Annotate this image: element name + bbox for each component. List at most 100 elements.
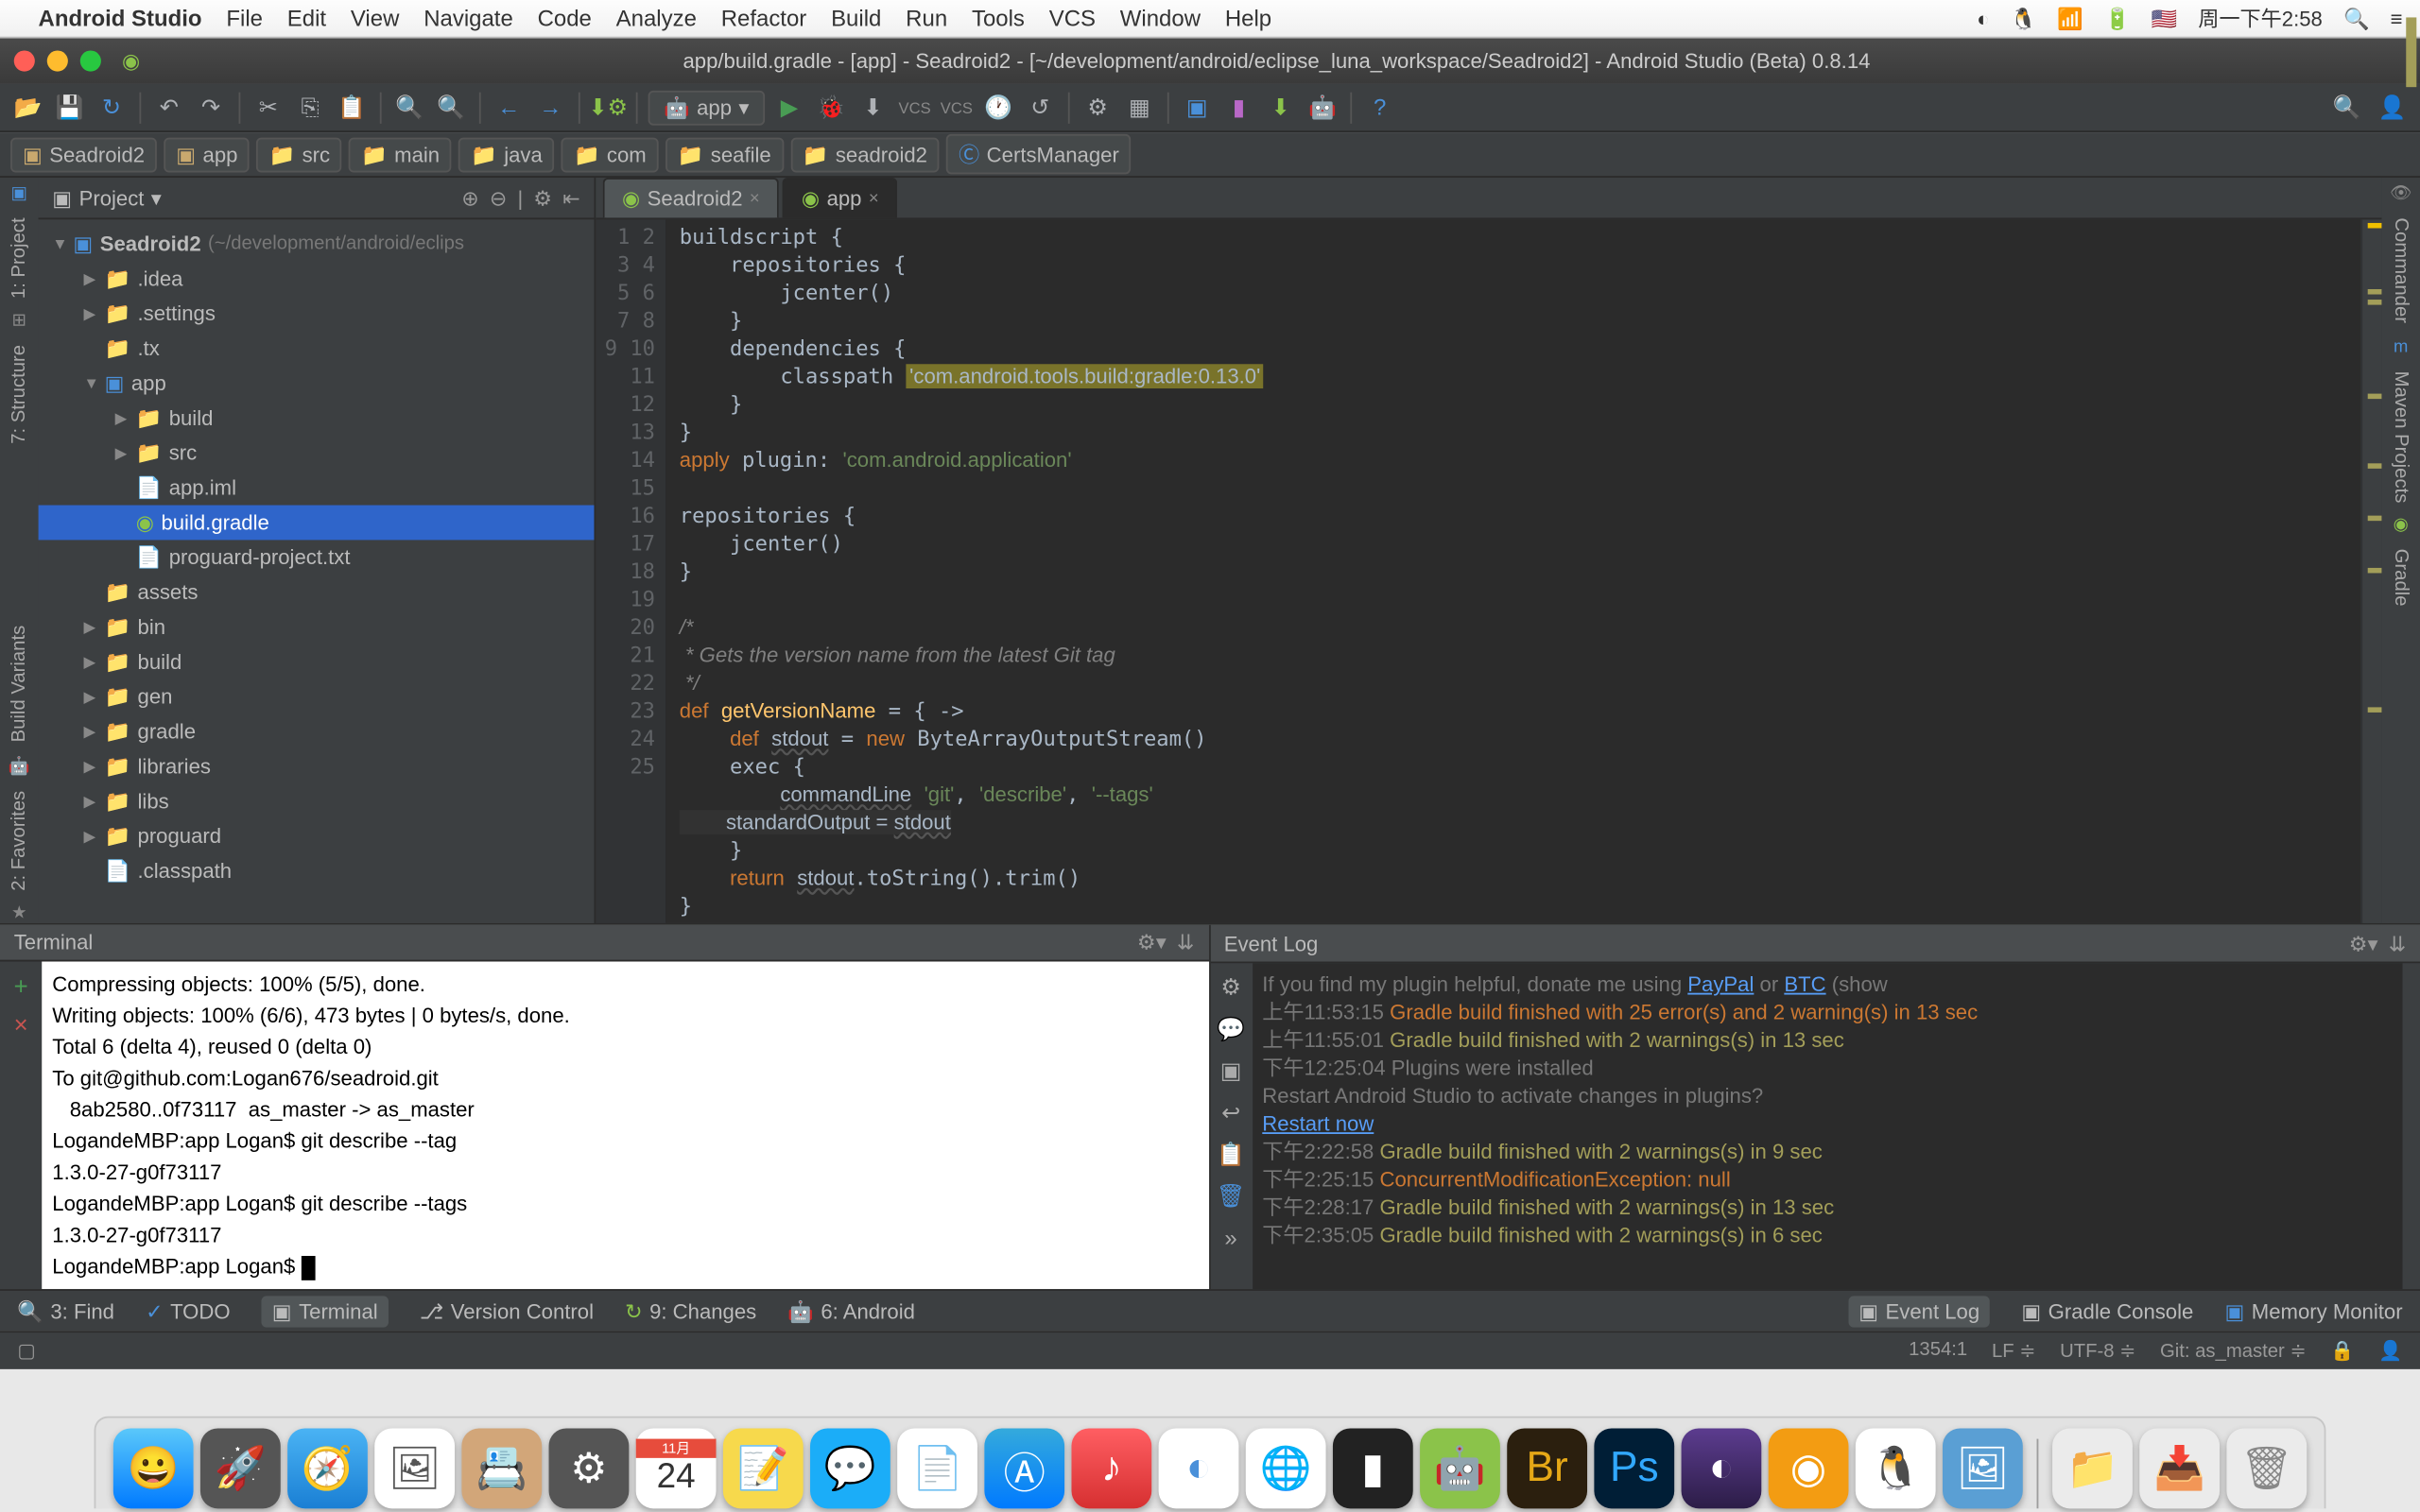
dock-finder[interactable]: 😀 (113, 1429, 194, 1509)
collapse-icon[interactable]: ⊖ (490, 185, 508, 210)
event-log-scrollmap[interactable] (2403, 963, 2420, 1289)
dock-messages[interactable]: 💬 (810, 1429, 890, 1509)
battery-icon[interactable]: 🔋 (2104, 6, 2131, 30)
warning-marker[interactable] (2368, 394, 2382, 400)
cut-icon[interactable]: ✂ (251, 90, 285, 125)
tree-item--settings[interactable]: ▶📁.settings (39, 296, 595, 331)
maven-icon[interactable]: m (2394, 337, 2408, 356)
dock-contacts[interactable]: 📇 (461, 1429, 542, 1509)
menu-analyze[interactable]: Analyze (616, 6, 697, 32)
close-tab-icon[interactable]: × (750, 189, 760, 208)
search-everywhere-icon[interactable]: 🔍 (2329, 90, 2364, 125)
tw-changes[interactable]: ↻9: Changes (625, 1298, 756, 1323)
revert-icon[interactable]: ↺ (1023, 90, 1058, 125)
tw-todo[interactable]: ✓TODO (146, 1298, 230, 1323)
dock-chrome[interactable]: 🌐 (1246, 1429, 1326, 1509)
clear-icon[interactable]: 🗑 (1217, 1183, 1245, 1211)
menu-vcs[interactable]: VCS (1049, 6, 1096, 32)
expand-icon[interactable]: ▶ (83, 757, 104, 776)
tw-vcs[interactable]: ⎇Version Control (420, 1298, 594, 1323)
expand-icon[interactable]: ▶ (83, 617, 104, 636)
warning-marker[interactable] (2368, 568, 2382, 574)
tree-item-app[interactable]: ▼▣app (39, 366, 595, 401)
redo-icon[interactable]: ↷ (194, 90, 229, 125)
bc-src[interactable]: 📁src (257, 137, 342, 172)
expand-icon[interactable]: ▶ (83, 304, 104, 323)
scroll-end-icon[interactable]: 📋 (1217, 1141, 1245, 1168)
close-terminal-icon[interactable]: × (14, 1010, 28, 1038)
editor-tab-app[interactable]: ◉app× (783, 178, 898, 217)
add-terminal-icon[interactable]: + (14, 972, 28, 1000)
gutter-build-variants[interactable]: Build Variants (6, 616, 33, 754)
copy-icon[interactable]: ⎘ (293, 90, 328, 125)
tree-root[interactable]: ▼ ▣ Seadroid2 (~/development/android/ecl… (39, 227, 595, 262)
project-structure-icon[interactable]: ▦ (1122, 90, 1157, 125)
event-log-body[interactable]: If you find my plugin helpful, donate me… (1252, 963, 2402, 1289)
dock-iterm[interactable]: ▮ (1333, 1429, 1413, 1509)
gear-icon[interactable]: ⚙▾ (2349, 931, 2378, 955)
ddms-icon[interactable]: ⬇ (1263, 90, 1298, 125)
warning-marker[interactable] (2368, 516, 2382, 522)
structure-icon[interactable]: ⊞ (12, 313, 26, 332)
expand-icon[interactable]: ▶ (115, 408, 136, 427)
dock-android-studio[interactable]: 🤖 (1420, 1429, 1500, 1509)
dock-textedit[interactable]: 📄 (897, 1429, 977, 1509)
avd-manager-icon[interactable]: ▮ (1221, 90, 1256, 125)
settings-icon[interactable]: ⚙ (1220, 973, 1240, 1001)
expand-icon[interactable]: ▶ (83, 269, 104, 288)
tree-item-proguard[interactable]: ▶📁proguard (39, 818, 595, 853)
window-zoom-button[interactable] (80, 50, 101, 71)
expand-icon[interactable]: ▶ (83, 687, 104, 706)
tw-android[interactable]: 🤖6: Android (787, 1298, 915, 1323)
dropdown-icon[interactable]: ▾ (151, 185, 162, 210)
editor-tab-seadroid2[interactable]: ◉Seadroid2× (603, 178, 779, 217)
more-icon[interactable]: » (1224, 1225, 1236, 1251)
menubar-clock[interactable]: 周一下午2:58 (2198, 4, 2323, 33)
wifi-icon[interactable]: 📶 (2057, 6, 2083, 30)
expand-icon[interactable]: ▶ (83, 827, 104, 846)
gutter-maven[interactable]: Maven Projects (2387, 360, 2414, 513)
hide-icon[interactable]: ⇊ (2389, 931, 2407, 955)
tree-item-proguard-project-txt[interactable]: 📄proguard-project.txt (39, 540, 595, 575)
hide-icon[interactable]: ⇤ (562, 185, 580, 210)
find-icon[interactable]: 🔍 (392, 90, 427, 125)
event-log-link[interactable]: Restart now (1262, 1111, 1374, 1136)
menubar-app-name[interactable]: Android Studio (39, 6, 202, 32)
menu-view[interactable]: View (351, 6, 400, 32)
event-log-link[interactable]: PayPal (1687, 972, 1754, 997)
bc-seadroid2[interactable]: ▣Seadroid2 (10, 137, 157, 172)
close-tab-icon[interactable]: × (869, 189, 879, 208)
editor-body[interactable]: 1 2 3 4 5 6 7 8 9 10 11 12 13 14 15 16 1… (596, 219, 2381, 923)
dock-safari[interactable]: 🧭 (287, 1429, 368, 1509)
project-panel-title[interactable]: Project (79, 185, 145, 210)
bc-certsmanager[interactable]: ⒸCertsManager (946, 134, 1131, 174)
menu-build[interactable]: Build (831, 6, 881, 32)
expand-icon[interactable]: ▶ (115, 443, 136, 462)
menu-navigate[interactable]: Navigate (424, 6, 513, 32)
menu-window[interactable]: Window (1120, 6, 1201, 32)
tree-item-libs[interactable]: ▶📁libs (39, 783, 595, 818)
dock-generic[interactable]: ◐ (1159, 1429, 1239, 1509)
sdk-manager-icon[interactable]: ▣ (1180, 90, 1215, 125)
tw-event-log[interactable]: ▣Event Log (1848, 1296, 1990, 1327)
undo-icon[interactable]: ↶ (151, 90, 186, 125)
tree-item--tx[interactable]: 📁.tx (39, 331, 595, 366)
status-git[interactable]: Git: as_master ≑ (2160, 1340, 2306, 1363)
debug-button[interactable]: 🐞 (814, 90, 849, 125)
tree-item-gradle[interactable]: ▶📁gradle (39, 714, 595, 749)
gutter-structure[interactable]: 7: Structure (6, 335, 33, 455)
tree-item-build[interactable]: ▶📁build (39, 644, 595, 679)
dock-preview[interactable]: 🖼 (374, 1429, 455, 1509)
balloon-icon[interactable]: 💬 (1217, 1016, 1245, 1043)
tree-item-build[interactable]: ▶📁build (39, 401, 595, 436)
editor-scrollmap[interactable] (2360, 219, 2381, 923)
menu-file[interactable]: File (226, 6, 263, 32)
flag-icon[interactable]: 🇺🇸 (2152, 6, 2178, 30)
dock-pictures[interactable]: 🖼 (1943, 1429, 2023, 1509)
event-log-link[interactable]: BTC (1784, 972, 1825, 997)
tree-item-bin[interactable]: ▶📁bin (39, 610, 595, 644)
make-icon[interactable]: ⬇⚙ (591, 90, 626, 125)
warning-marker[interactable] (2368, 223, 2382, 229)
tw-memory-monitor[interactable]: ▣Memory Monitor (2225, 1296, 2403, 1327)
vcs-commit-icon[interactable]: VCS (939, 90, 974, 125)
